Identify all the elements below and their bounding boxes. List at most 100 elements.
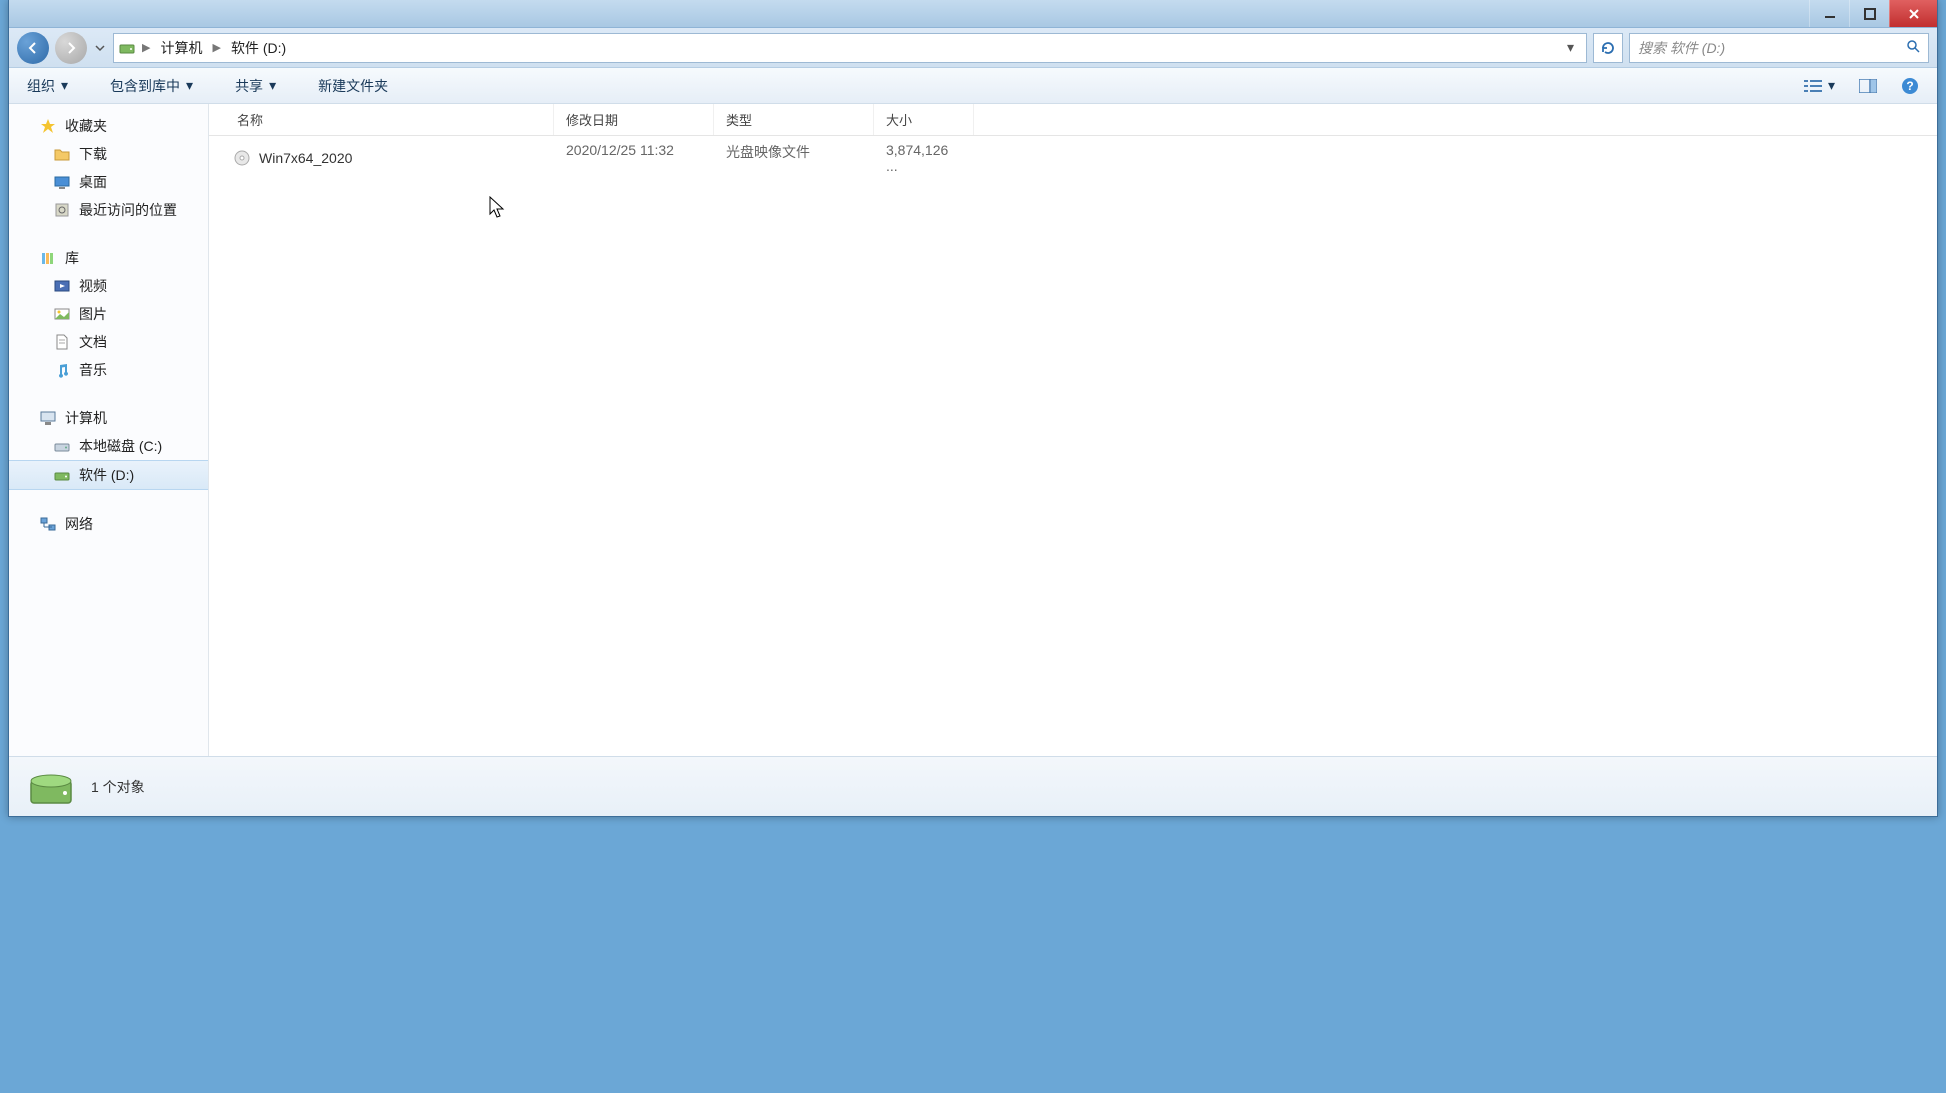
file-name: Win7x64_2020 (259, 150, 352, 166)
close-icon (1908, 8, 1920, 20)
column-date[interactable]: 修改日期 (554, 104, 714, 135)
libraries-header[interactable]: 库 (9, 244, 208, 272)
sidebar-item-label: 图片 (79, 304, 107, 324)
computer-icon (39, 409, 57, 427)
newfolder-label: 新建文件夹 (318, 76, 388, 96)
chevron-down-icon: ▾ (269, 77, 276, 94)
drive-large-icon (27, 763, 75, 811)
sidebar-item-desktop[interactable]: 桌面 (9, 168, 208, 196)
chevron-down-icon (95, 43, 105, 53)
minimize-button[interactable] (1809, 0, 1849, 27)
address-bar: ▶ 计算机 ▶ 软件 (D:) ▾ 搜索 软件 (D:) (9, 28, 1937, 68)
file-view: 名称 修改日期 类型 大小 Win7x64_2020 2020/12/25 11… (209, 104, 1937, 756)
content-area: 收藏夹 下载 桌面 最近访问的位置 库 (9, 104, 1937, 756)
sidebar-item-downloads[interactable]: 下载 (9, 140, 208, 168)
toolbar: 组织 ▾ 包含到库中 ▾ 共享 ▾ 新建文件夹 ▾ ? (9, 68, 1937, 104)
sidebar-item-label: 下载 (79, 144, 107, 164)
organize-button[interactable]: 组织 ▾ (21, 72, 74, 100)
path-box[interactable]: ▶ 计算机 ▶ 软件 (D:) ▾ (113, 33, 1587, 63)
search-icon (1906, 39, 1920, 56)
column-name[interactable]: 名称 (209, 104, 554, 135)
sidebar-item-label: 文档 (79, 332, 107, 352)
library-icon (39, 249, 57, 267)
sidebar-item-label: 桌面 (79, 172, 107, 192)
column-type[interactable]: 类型 (714, 104, 874, 135)
favorites-group: 收藏夹 下载 桌面 最近访问的位置 (9, 112, 208, 224)
path-separator-icon: ▶ (142, 41, 150, 54)
preview-pane-button[interactable] (1853, 75, 1883, 97)
back-button[interactable] (17, 32, 49, 64)
computer-label: 计算机 (65, 408, 107, 428)
status-text: 1 个对象 (91, 777, 145, 797)
sidebar-item-recent[interactable]: 最近访问的位置 (9, 196, 208, 224)
sidebar-item-label: 最近访问的位置 (79, 200, 177, 220)
share-label: 共享 (235, 76, 263, 96)
chevron-down-icon: ▾ (1828, 77, 1835, 94)
sidebar-item-label: 视频 (79, 276, 107, 296)
cursor-icon (489, 196, 507, 226)
maximize-button[interactable] (1849, 0, 1889, 27)
computer-group: 计算机 本地磁盘 (C:) 软件 (D:) (9, 404, 208, 490)
star-icon (39, 117, 57, 135)
recent-icon (53, 201, 71, 219)
titlebar (9, 0, 1937, 28)
network-header[interactable]: 网络 (9, 510, 208, 538)
music-icon (53, 361, 71, 379)
sidebar-item-music[interactable]: 音乐 (9, 356, 208, 384)
arrow-left-icon (26, 41, 40, 55)
file-row[interactable]: Win7x64_2020 2020/12/25 11:32 光盘映像文件 3,8… (209, 136, 1937, 180)
forward-button[interactable] (55, 32, 87, 64)
network-icon (39, 515, 57, 533)
file-date: 2020/12/25 11:32 (554, 142, 714, 174)
search-input[interactable]: 搜索 软件 (D:) (1629, 33, 1929, 63)
share-button[interactable]: 共享 ▾ (229, 72, 282, 100)
video-icon (53, 277, 71, 295)
sidebar-item-drive-d[interactable]: 软件 (D:) (9, 460, 208, 490)
sidebar-item-label: 本地磁盘 (C:) (79, 436, 162, 456)
path-segment-computer[interactable]: 计算机 (156, 36, 206, 60)
network-label: 网络 (65, 514, 93, 534)
drive-icon (53, 466, 71, 484)
include-button[interactable]: 包含到库中 ▾ (104, 72, 199, 100)
favorites-header[interactable]: 收藏夹 (9, 112, 208, 140)
favorites-label: 收藏夹 (65, 116, 107, 136)
sidebar-item-pictures[interactable]: 图片 (9, 300, 208, 328)
navigation-pane: 收藏夹 下载 桌面 最近访问的位置 库 (9, 104, 209, 756)
sidebar-item-documents[interactable]: 文档 (9, 328, 208, 356)
file-type: 光盘映像文件 (714, 142, 874, 174)
path-segment-drive[interactable]: 软件 (D:) (227, 36, 290, 60)
column-headers: 名称 修改日期 类型 大小 (209, 104, 1937, 136)
folder-icon (53, 145, 71, 163)
help-button[interactable]: ? (1895, 73, 1925, 99)
new-folder-button[interactable]: 新建文件夹 (312, 72, 394, 100)
libraries-label: 库 (65, 248, 79, 268)
sidebar-item-drive-c[interactable]: 本地磁盘 (C:) (9, 432, 208, 460)
libraries-group: 库 视频 图片 文档 音乐 (9, 244, 208, 384)
iso-file-icon (233, 149, 251, 167)
refresh-icon (1600, 40, 1616, 56)
file-size: 3,874,126 ... (874, 142, 974, 174)
explorer-window: ▶ 计算机 ▶ 软件 (D:) ▾ 搜索 软件 (D:) 组织 ▾ 包含到库中 … (8, 0, 1938, 817)
svg-text:?: ? (1906, 79, 1913, 93)
status-bar: 1 个对象 (9, 756, 1937, 816)
refresh-button[interactable] (1593, 33, 1623, 63)
column-size[interactable]: 大小 (874, 104, 974, 135)
sidebar-item-label: 软件 (D:) (79, 465, 134, 485)
drive-icon (53, 437, 71, 455)
maximize-icon (1864, 8, 1876, 20)
view-mode-button[interactable]: ▾ (1798, 73, 1841, 98)
document-icon (53, 333, 71, 351)
minimize-icon (1824, 8, 1836, 20)
arrow-right-icon (64, 41, 78, 55)
network-group: 网络 (9, 510, 208, 538)
help-icon: ? (1901, 77, 1919, 95)
path-dropdown[interactable]: ▾ (1559, 39, 1582, 56)
computer-header[interactable]: 计算机 (9, 404, 208, 432)
sidebar-item-videos[interactable]: 视频 (9, 272, 208, 300)
history-dropdown[interactable] (93, 34, 107, 62)
desktop-icon (53, 173, 71, 191)
include-label: 包含到库中 (110, 76, 180, 96)
file-list[interactable]: Win7x64_2020 2020/12/25 11:32 光盘映像文件 3,8… (209, 136, 1937, 756)
close-button[interactable] (1889, 0, 1937, 27)
search-placeholder: 搜索 软件 (D:) (1638, 38, 1725, 58)
